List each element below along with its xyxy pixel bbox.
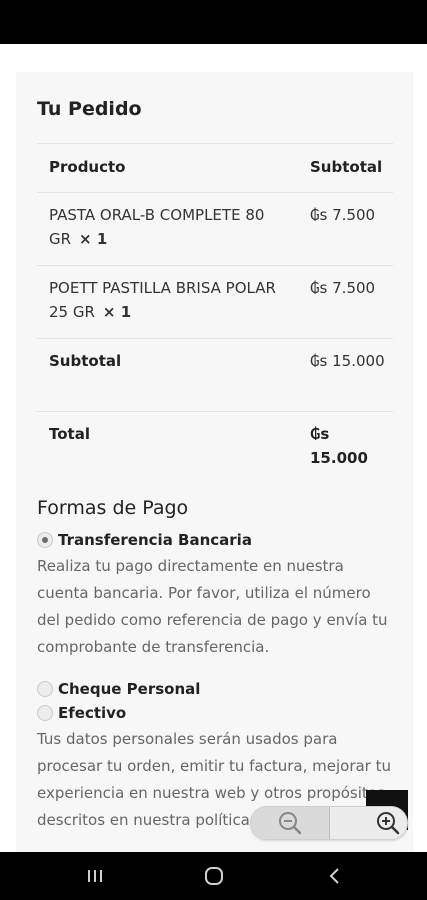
subtotal-row: Subtotal ₲s 15.000: [37, 338, 393, 411]
radio-button[interactable]: [37, 681, 53, 697]
radio-button[interactable]: [37, 705, 53, 721]
table-row: PASTA ORAL-B COMPLETE 80 GR × 1 ₲s 7.500: [37, 192, 393, 265]
product-column-header: Producto: [49, 158, 126, 176]
navigation-bar: [0, 852, 427, 900]
payment-option-cash[interactable]: Efectivo: [37, 704, 126, 722]
back-button[interactable]: [320, 864, 350, 888]
payment-option-label[interactable]: Cheque Personal: [58, 680, 200, 698]
home-button[interactable]: [199, 864, 229, 888]
bank-transfer-description: Realiza tu pago directamente en nuestra …: [37, 557, 388, 656]
table-row: POETT PASTILLA BRISA POLAR 25 GR × 1 ₲s 7…: [37, 265, 393, 338]
zoom-out-icon: [278, 812, 301, 835]
total-label: Total: [49, 425, 90, 443]
table-header-row: Producto Subtotal: [37, 143, 393, 192]
product-name: POETT PASTILLA BRISA POLAR 25 GR × 1: [49, 276, 279, 324]
payment-option-label[interactable]: Efectivo: [58, 704, 126, 722]
subtotal-label: Subtotal: [49, 352, 122, 370]
product-price: ₲s 7.500: [310, 279, 376, 297]
zoom-in-icon: [377, 812, 400, 835]
subtotal-value: ₲s 15.000: [310, 352, 385, 370]
order-title: Tu Pedido: [37, 98, 142, 120]
back-icon: [329, 868, 339, 884]
total-row: Total ₲s 15.000: [37, 411, 393, 481]
payment-methods-title: Formas de Pago: [37, 497, 189, 519]
product-qty: × 1: [79, 230, 108, 248]
payment-option-transfer[interactable]: Transferencia Bancaria: [37, 531, 252, 549]
order-table: Producto Subtotal PASTA ORAL-B COMPLETE …: [37, 143, 393, 481]
product-name-text: POETT PASTILLA BRISA POLAR 25 GR: [49, 279, 276, 321]
zoom-in-button[interactable]: [329, 807, 407, 839]
radio-button[interactable]: [37, 532, 53, 548]
recent-apps-button[interactable]: [80, 864, 110, 888]
payment-option-cheque[interactable]: Cheque Personal: [37, 680, 200, 698]
payment-option-label[interactable]: Transferencia Bancaria: [58, 531, 252, 549]
product-price: ₲s 7.500: [310, 206, 376, 224]
home-icon: [205, 867, 223, 885]
zoom-out-button[interactable]: [251, 807, 330, 839]
status-bar: [0, 0, 427, 44]
zoom-control: [250, 806, 408, 840]
total-value: ₲s 15.000: [310, 425, 368, 467]
product-qty: × 1: [102, 303, 132, 321]
subtotal-column-header: Subtotal: [310, 158, 383, 176]
recent-apps-icon: [88, 870, 102, 882]
product-name: PASTA ORAL-B COMPLETE 80 GR × 1: [49, 203, 279, 251]
